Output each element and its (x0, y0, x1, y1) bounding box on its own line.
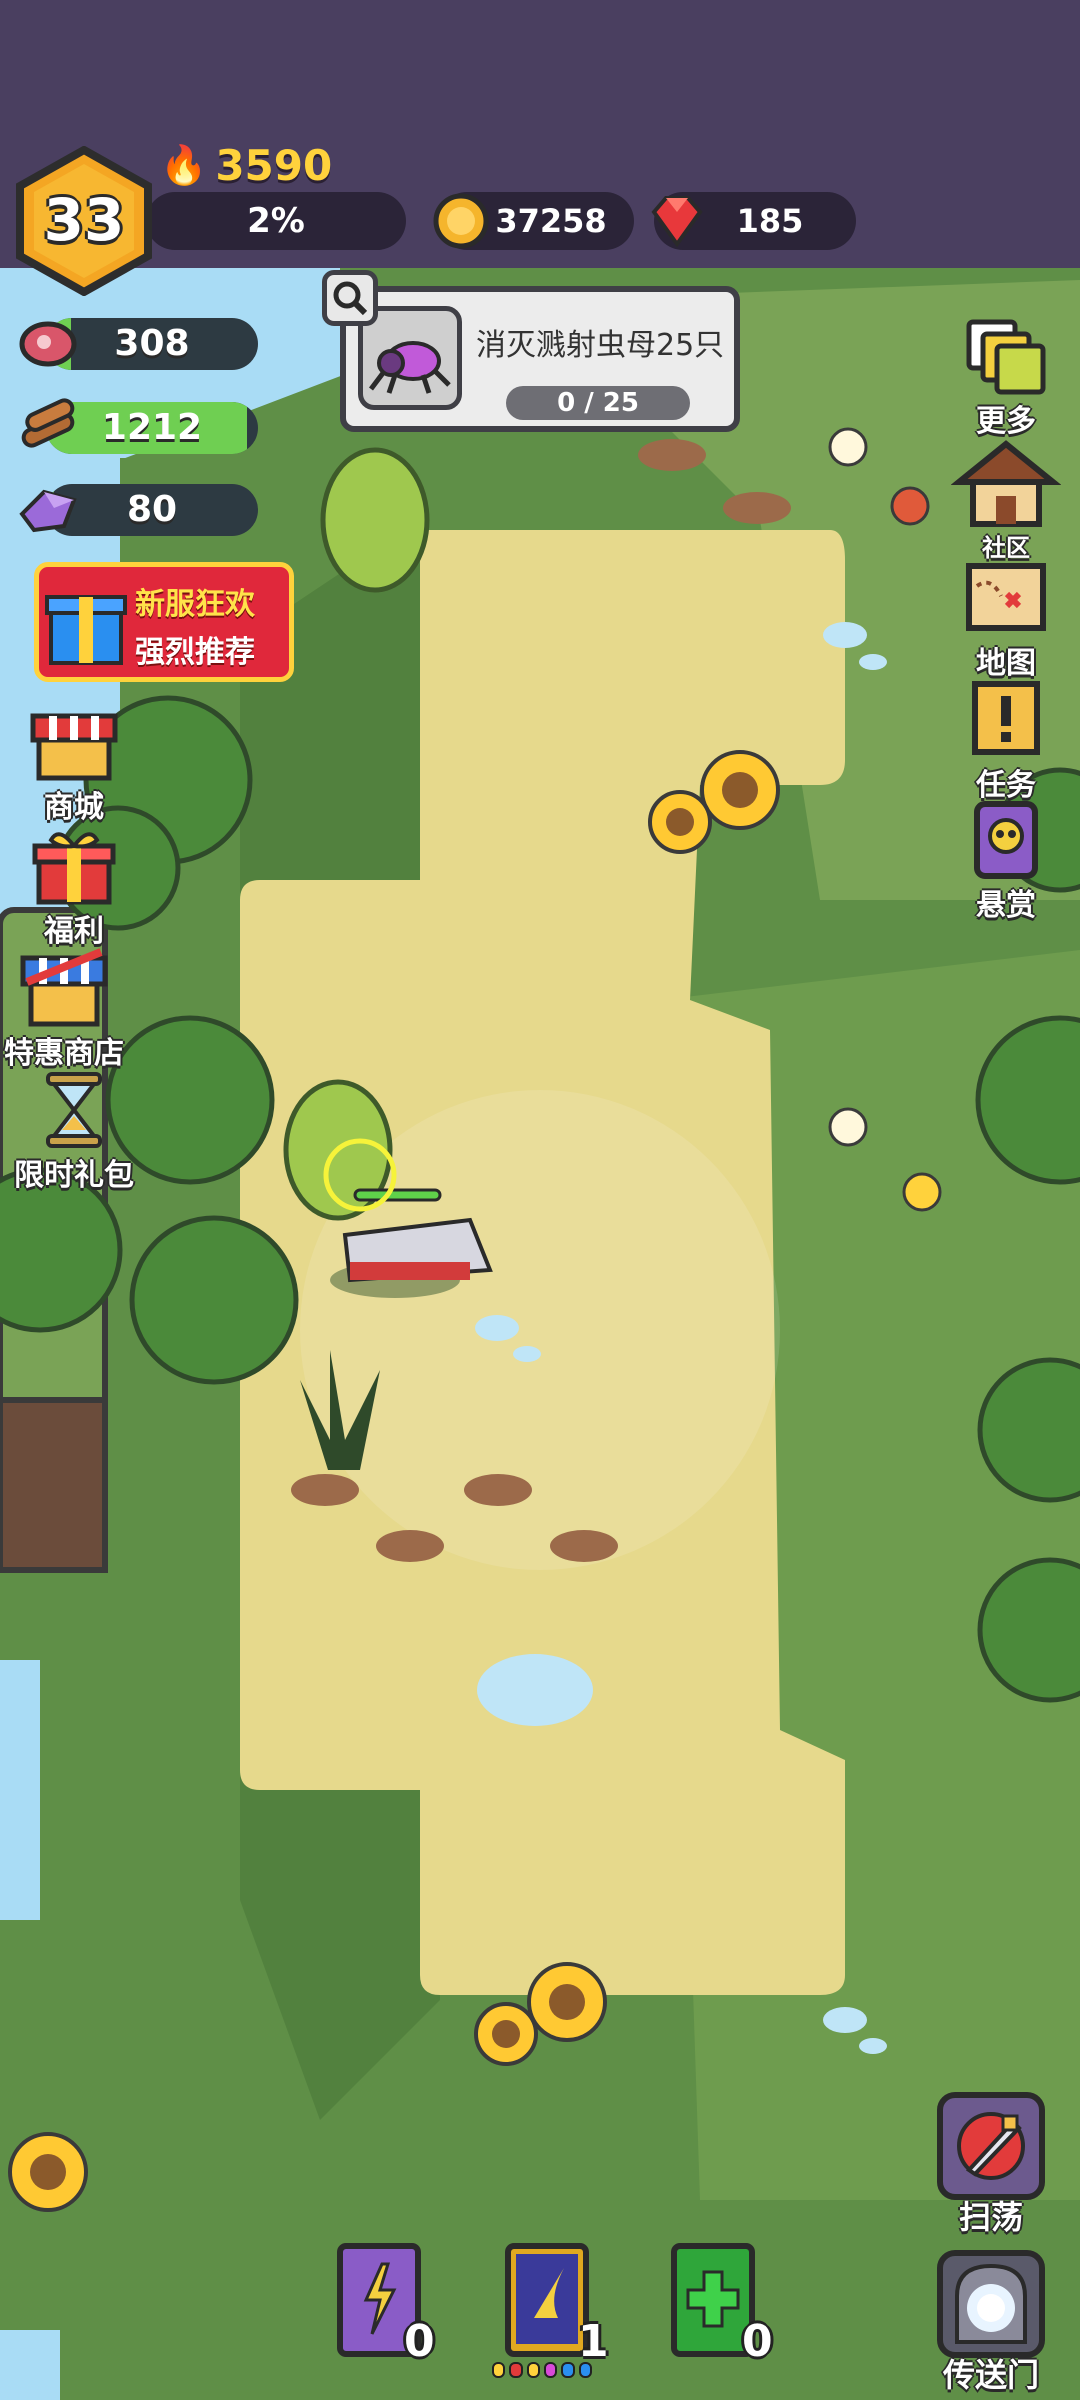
quest-title: 消灭溅射虫母25只 (476, 328, 725, 363)
magnifier-icon (333, 281, 368, 316)
stacked-cards-icon (966, 319, 1046, 395)
skill-slot-dots (492, 2362, 592, 2378)
promo-subtitle: 强烈推荐 (135, 635, 255, 670)
meat-icon (19, 321, 77, 367)
shop-button[interactable]: 商城 (14, 706, 134, 826)
experience-bar: 2% (146, 192, 406, 250)
wind-book-count: 1 (578, 2316, 609, 2367)
player-level: 33 (43, 186, 125, 254)
special-shop-label: 特惠商店 (4, 1036, 124, 1071)
sweep-button[interactable]: 扫荡 (932, 2092, 1050, 2238)
tasks-button[interactable]: 任务 (946, 676, 1066, 804)
gem-amount: 185 (736, 202, 804, 240)
spider-icon (369, 341, 451, 394)
flame-icon: 🔥 (160, 142, 208, 187)
skull-bounty-icon (974, 801, 1038, 879)
hourglass-icon (46, 1072, 102, 1148)
portal-button[interactable]: 传送门 (932, 2250, 1050, 2396)
wood-icon (21, 398, 75, 448)
welfare-button[interactable]: 福利 (14, 826, 134, 950)
more-label: 更多 (976, 404, 1036, 439)
quest-search-button[interactable] (322, 270, 378, 326)
treasure-map-icon (966, 563, 1046, 631)
gift-icon (32, 832, 116, 905)
community-button[interactable]: 社区 (946, 438, 1066, 563)
limited-pack-label: 限时礼包 (14, 1158, 134, 1193)
welfare-label: 福利 (44, 914, 104, 949)
heal-book-count: 0 (742, 2316, 773, 2367)
promo-title: 新服狂欢 (135, 587, 255, 622)
gift-box-icon (45, 595, 127, 665)
gem-counter[interactable]: 185 (651, 192, 856, 250)
new-server-promo-banner[interactable]: 新服狂欢 强烈推荐 (34, 562, 294, 682)
shop-label: 商城 (44, 790, 104, 825)
purple-crystal-icon (19, 489, 77, 533)
special-shop-icon (20, 948, 108, 1027)
combat-power-value: 3590 (215, 140, 333, 190)
limited-pack-button[interactable]: 限时礼包 (14, 1070, 134, 1194)
special-shop-button[interactable]: 特惠商店 (4, 946, 124, 1072)
quest-progress: 0 / 25 (506, 386, 690, 420)
bounty-button[interactable]: 悬赏 (946, 796, 1066, 924)
more-button[interactable]: 更多 (946, 316, 1066, 440)
quest-tracker[interactable]: 消灭溅射虫母25只 0 / 25 (340, 286, 740, 432)
combat-power: 🔥 3590 (160, 140, 332, 190)
experience-percent: 2% (247, 201, 305, 241)
portal-label: 传送门 (942, 2356, 1039, 2394)
portal-gate-icon (955, 2263, 1027, 2344)
task-scroll-icon (972, 681, 1040, 755)
bounty-label: 悬赏 (976, 888, 1036, 923)
map-button[interactable]: 地图 (946, 556, 1066, 682)
shop-stall-icon (30, 713, 118, 781)
house-icon (951, 440, 1061, 527)
lightning-book-count: 0 (404, 2316, 435, 2367)
gold-amount: 37258 (495, 202, 607, 240)
sword-shield-icon (957, 2112, 1025, 2180)
gold-counter[interactable]: 37258 (433, 192, 634, 250)
sweep-label: 扫荡 (958, 2198, 1023, 2236)
